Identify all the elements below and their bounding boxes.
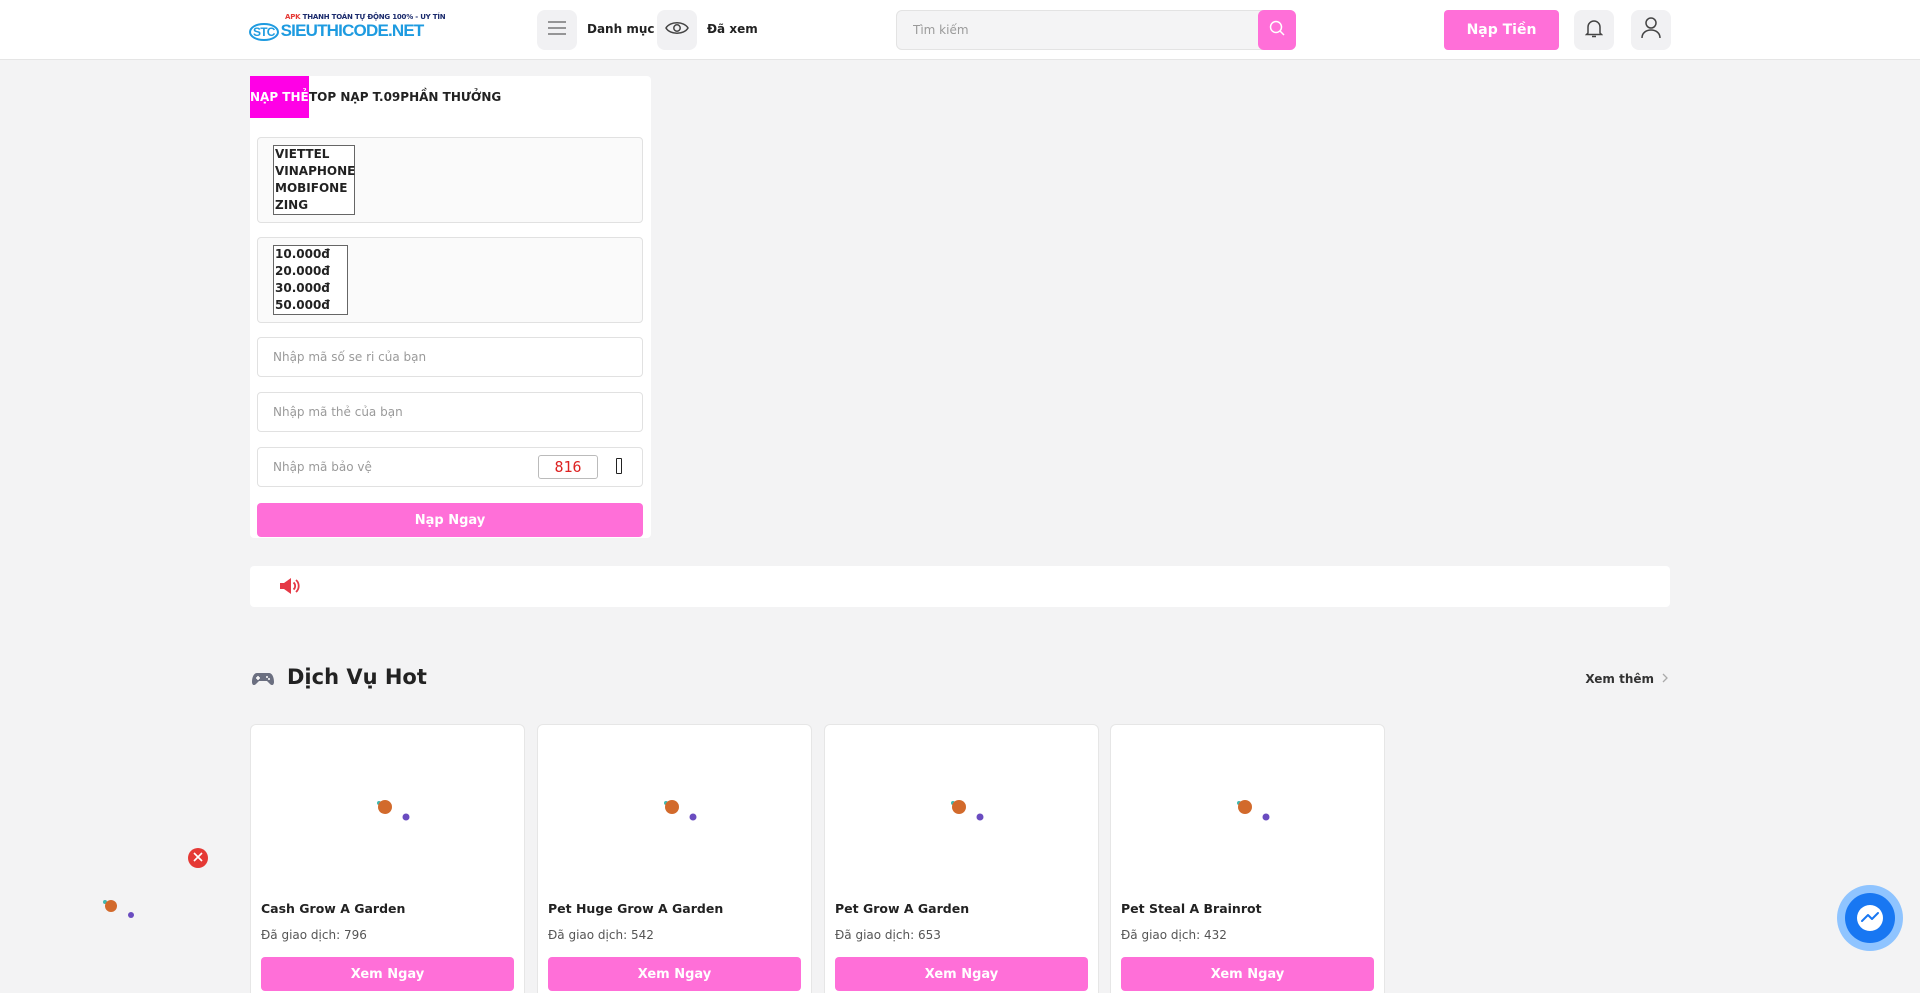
bell-icon [1584, 18, 1604, 42]
service-name: Pet Huge Grow A Garden [548, 901, 724, 916]
user-icon [1641, 17, 1661, 43]
messenger-icon [1845, 893, 1895, 943]
search-icon [1269, 20, 1285, 40]
chevron-right-icon [1662, 672, 1668, 686]
carrier-field: VIETTEL VINAPHONE MOBIFONE ZING [257, 137, 643, 223]
service-name: Pet Steal A Brainrot [1121, 901, 1262, 916]
amount-option[interactable]: 10.000đ [275, 246, 346, 263]
service-card[interactable]: Pet Steal A Brainrot Đã giao dịch: 432 X… [1110, 724, 1385, 993]
menu-label[interactable]: Danh mục [587, 22, 654, 36]
captcha-field: 816 [257, 447, 643, 487]
loading-spinner-icon [664, 800, 697, 821]
view-service-button[interactable]: Xem Ngay [261, 957, 514, 991]
service-card[interactable]: Pet Huge Grow A Garden Đã giao dịch: 542… [537, 724, 812, 993]
view-service-button[interactable]: Xem Ngay [548, 957, 801, 991]
topup-button[interactable]: Nạp Tiền [1444, 10, 1559, 50]
service-sold-count: Đã giao dịch: 542 [548, 928, 654, 942]
floating-loading-icon [103, 900, 134, 918]
close-popup-button[interactable] [188, 848, 208, 868]
view-service-button[interactable]: Xem Ngay [1121, 957, 1374, 991]
card-code-field [257, 392, 643, 432]
serial-input[interactable] [258, 338, 642, 376]
site-logo[interactable]: APK THANH TOÁN TỰ ĐỘNG 100% - UY TÍN STC… [249, 13, 446, 47]
service-sold-count: Đã giao dịch: 432 [1121, 928, 1227, 942]
account-button[interactable] [1631, 10, 1671, 50]
carrier-option[interactable]: ZING [275, 197, 353, 214]
amount-field: 10.000đ 20.000đ 30.000đ 50.000đ [257, 237, 643, 323]
notifications-button[interactable] [1574, 10, 1614, 50]
service-sold-count: Đã giao dịch: 796 [261, 928, 367, 942]
service-name: Cash Grow A Garden [261, 901, 406, 916]
section-title: Dịch Vụ Hot [287, 665, 427, 689]
search-input[interactable] [897, 11, 1257, 49]
logo-tagline: APK THANH TOÁN TỰ ĐỘNG 100% - UY TÍN [285, 13, 446, 21]
card-recharge-panel: NẠP THẺ TOP NẠP T.09 PHẦN THƯỞNG VIETTEL… [250, 76, 651, 538]
viewed-label[interactable]: Đã xem [707, 22, 758, 36]
announcement-bar [250, 566, 1670, 607]
captcha-image: 816 [538, 455, 598, 479]
see-more-link[interactable]: Xem thêm [1585, 672, 1668, 686]
service-name: Pet Grow A Garden [835, 901, 970, 916]
tab-phan-thuong[interactable]: PHẦN THƯỞNG [400, 90, 501, 104]
recharge-submit-button[interactable]: Nạp Ngay [257, 503, 643, 537]
loading-spinner-icon [951, 800, 984, 821]
hamburger-icon [547, 21, 567, 39]
service-image-loading [825, 725, 1098, 885]
recharge-tabs: NẠP THẺ TOP NẠP T.09 PHẦN THƯỞNG [250, 76, 501, 118]
amount-select[interactable]: 10.000đ 20.000đ 30.000đ 50.000đ [273, 245, 348, 315]
gamepad-icon [252, 671, 274, 691]
viewed-button[interactable] [657, 10, 697, 50]
loading-spinner-icon [377, 800, 410, 821]
service-card[interactable]: Pet Grow A Garden Đã giao dịch: 653 Xem … [824, 724, 1099, 993]
service-card[interactable]: Cash Grow A Garden Đã giao dịch: 796 Xem… [250, 724, 525, 993]
captcha-input[interactable] [258, 448, 518, 486]
speaker-icon [278, 576, 300, 600]
amount-option[interactable]: 30.000đ [275, 280, 346, 297]
carrier-option[interactable]: VIETTEL [275, 146, 353, 163]
carrier-option[interactable]: MOBIFONE [275, 180, 353, 197]
serial-field [257, 337, 643, 377]
messenger-chat-button[interactable] [1837, 885, 1903, 951]
loading-spinner-icon [1237, 800, 1270, 821]
amount-option[interactable]: 50.000đ [275, 297, 346, 314]
tab-nap-the[interactable]: NẠP THẺ [250, 76, 309, 118]
amount-option[interactable]: 20.000đ [275, 263, 346, 280]
view-service-button[interactable]: Xem Ngay [835, 957, 1088, 991]
service-sold-count: Đã giao dịch: 653 [835, 928, 941, 942]
refresh-captcha-icon[interactable] [616, 458, 622, 474]
tab-top-nap[interactable]: TOP NẠP T.09 [309, 90, 400, 104]
service-image-loading [1111, 725, 1384, 885]
service-image-loading [251, 725, 524, 885]
card-code-input[interactable] [258, 393, 642, 431]
close-icon [193, 851, 203, 866]
hot-services-header: Dịch Vụ Hot Xem thêm [250, 665, 1670, 695]
menu-button[interactable] [537, 10, 577, 50]
logo-brand: STC SIEUTHICODE.NET [249, 21, 424, 41]
eye-icon [665, 20, 689, 40]
carrier-select[interactable]: VIETTEL VINAPHONE MOBIFONE ZING [273, 145, 355, 215]
search-button[interactable] [1258, 10, 1296, 50]
top-header: APK THANH TOÁN TỰ ĐỘNG 100% - UY TÍN STC… [0, 0, 1920, 60]
carrier-option[interactable]: VINAPHONE [275, 163, 355, 180]
service-image-loading [538, 725, 811, 885]
search-bar [896, 10, 1296, 50]
logo-mark: STC [249, 23, 279, 41]
see-more-label: Xem thêm [1585, 672, 1654, 686]
